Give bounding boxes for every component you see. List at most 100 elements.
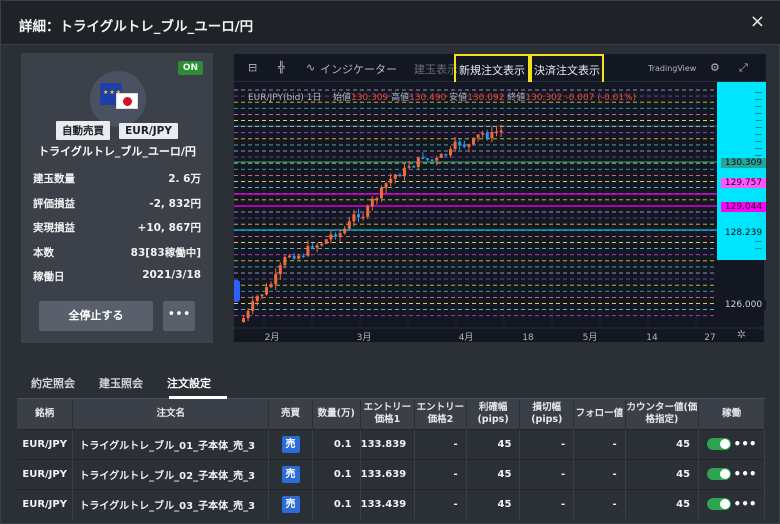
- cell-qty: 0.1: [312, 428, 361, 459]
- close-icon[interactable]: ×: [750, 11, 765, 32]
- candle-body: [462, 144, 466, 147]
- candle-body: [352, 214, 356, 222]
- timeframe-selector[interactable]: 1日: [307, 93, 322, 103]
- stat-row: 建玉数量 2. 6万: [33, 171, 201, 196]
- candle-body: [453, 141, 457, 150]
- col-active: 稼働: [698, 399, 765, 429]
- candle-body: [320, 243, 324, 246]
- row-more-button[interactable]: •••: [734, 497, 757, 511]
- candle-body: [380, 187, 383, 199]
- cell-follow: -: [573, 458, 626, 489]
- cell-counter: 45: [625, 458, 700, 489]
- tag-pair: EUR/JPY: [119, 123, 178, 139]
- candle-body: [472, 137, 475, 145]
- candle-body: [499, 130, 503, 132]
- candle-body: [490, 132, 494, 139]
- table-row[interactable]: EUR/JPY トライグルトレ_ブル_02_子本体_売_3 売 0.1 133.639-…: [17, 458, 765, 489]
- row-more-button[interactable]: •••: [734, 437, 757, 451]
- candle-body: [421, 157, 425, 159]
- x-tick-label: 14: [646, 333, 658, 343]
- candle-body: [449, 149, 452, 156]
- candle-body: [384, 183, 388, 188]
- row-more-button[interactable]: •••: [734, 467, 757, 481]
- candle-body: [370, 198, 374, 207]
- price-label: 129.757: [721, 178, 766, 188]
- col-sl: 損切幅(pips): [519, 399, 575, 429]
- col-entry2: エントリー価格2: [414, 399, 467, 429]
- x-tick-label: 18: [522, 333, 534, 343]
- order-settings-table: 銘柄 注文名 売買 数量(万) エントリー価格1 エントリー価格2 利確幅(pi…: [17, 399, 765, 519]
- cell-active: •••: [698, 458, 765, 489]
- stat-value: 83[83稼働中]: [130, 246, 201, 259]
- candle-body: [288, 255, 291, 258]
- sell-badge: 売: [281, 435, 300, 453]
- price-chart[interactable]: ⊟ ╬ ∿ インジケーター 建玉表示 新規注文表示 決済注文表示 Trading…: [233, 53, 766, 343]
- candle-body: [347, 221, 351, 229]
- stat-label: 本数: [33, 246, 54, 259]
- stat-row: 稼働日 2021/3/18: [33, 269, 201, 294]
- x-tick-label: 5月: [583, 332, 598, 343]
- cell-sl: -: [519, 458, 575, 489]
- candle-body: [278, 265, 282, 275]
- candle-body: [329, 234, 333, 240]
- price-label: 126.000: [721, 300, 766, 310]
- cell-entry2: -: [414, 428, 467, 459]
- col-counter: カウンター値(価格指定): [625, 399, 700, 429]
- col-side: 売買: [268, 399, 313, 429]
- active-toggle[interactable]: [706, 498, 731, 511]
- price-scale[interactable]: —————————————————————130.309129.757129.0…: [717, 82, 766, 328]
- stat-row: 本数 83[83稼働中]: [33, 245, 201, 270]
- cell-entry2: -: [414, 488, 467, 519]
- candle-body: [269, 284, 273, 288]
- cell-sl: -: [519, 428, 575, 459]
- cell-tp: 45: [466, 428, 521, 459]
- col-entry1: エントリー価格1: [360, 399, 416, 429]
- cell-follow: -: [573, 428, 626, 459]
- scale-settings-icon[interactable]: ✲: [737, 328, 746, 341]
- cell-tp: 45: [466, 458, 521, 489]
- x-tick-label: 2月: [265, 332, 280, 343]
- chart-symbol: EUR/JPY(bid): [248, 93, 304, 103]
- candle-body: [407, 166, 411, 168]
- cell-counter: 45: [625, 488, 700, 519]
- tab-executions[interactable]: 約定照会: [31, 375, 75, 391]
- candle-body: [334, 234, 337, 237]
- detail-tabs: 約定照会 建玉照会 注文設定: [17, 365, 765, 399]
- table-row[interactable]: EUR/JPY トライグルトレ_ブル_01_子本体_売_3 売 0.1 133.839-…: [17, 428, 765, 459]
- cell-entry1: 133.439: [360, 488, 416, 519]
- candle-body: [476, 134, 480, 138]
- stat-value: +10, 867円: [137, 222, 201, 234]
- candle-body: [366, 206, 370, 217]
- candle-body: [398, 174, 402, 177]
- table-row[interactable]: EUR/JPY トライグルトレ_ブル_03_子本体_売_3 売 0.1 133.439-…: [17, 488, 765, 519]
- cell-pair: EUR/JPY: [17, 428, 74, 459]
- candle-body: [274, 274, 278, 285]
- candle-body: [458, 141, 462, 145]
- candle-body: [301, 255, 305, 258]
- stop-all-button[interactable]: 全停止する: [39, 301, 153, 331]
- stat-value: 2. 6万: [168, 173, 201, 185]
- candle-body: [416, 157, 420, 168]
- sell-badge: 売: [281, 465, 300, 483]
- cell-order-name: トライグルトレ_ブル_01_子本体_売_3: [72, 428, 270, 459]
- candle-body: [389, 178, 393, 184]
- more-options-button[interactable]: •••: [163, 301, 195, 331]
- candle-body: [361, 216, 365, 219]
- cell-counter: 45: [625, 428, 700, 459]
- active-toggle[interactable]: [706, 468, 731, 480]
- tab-positions[interactable]: 建玉照会: [99, 375, 143, 391]
- strategy-stats: 建玉数量 2. 6万 評価損益 -2, 832円 実現損益 +10, 867円 本数 8…: [33, 171, 201, 294]
- open-value: 130.309: [350, 93, 389, 103]
- stat-label: 評価損益: [33, 197, 75, 210]
- chart-side-handle[interactable]: [234, 280, 240, 302]
- stat-label: 実現損益: [33, 222, 75, 234]
- candle-body: [306, 246, 310, 256]
- open-label: 始値: [332, 93, 351, 103]
- active-toggle[interactable]: [706, 438, 731, 450]
- candle-body: [324, 239, 328, 244]
- candle-body: [495, 131, 498, 134]
- window-title: 詳細：トライグルトレ_ブル_ユーロ/円: [19, 19, 254, 35]
- candle-body: [444, 154, 448, 156]
- high-label: 高値: [391, 93, 410, 103]
- tab-order-settings[interactable]: 注文設定: [167, 375, 211, 391]
